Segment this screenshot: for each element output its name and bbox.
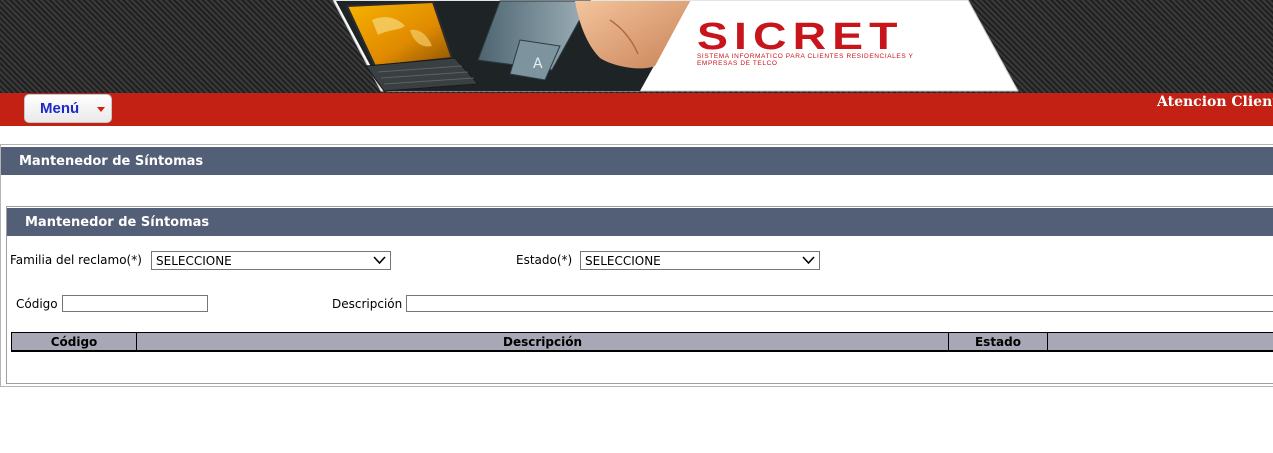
inner-panel-title: Mantenedor de Síntomas — [25, 215, 210, 230]
inner-panel: Mantenedor de Síntomas Familia del recla… — [6, 206, 1273, 384]
descripcion-input[interactable] — [406, 295, 1273, 312]
chevron-down-icon — [802, 256, 815, 265]
estado-label: Estado(*) — [516, 253, 573, 267]
familia-select[interactable]: SELECCIONE — [151, 251, 391, 270]
estado-select-value: SELECCIONE — [585, 254, 661, 268]
banner-artwork: A — [332, 0, 1019, 92]
outer-panel-header: Mantenedor de Síntomas — [1, 147, 1273, 175]
chevron-down-icon — [373, 256, 386, 265]
column-header-codigo[interactable]: Código — [12, 333, 137, 351]
brand-logo-text: SICRET — [697, 16, 904, 58]
familia-label: Familia del reclamo(*) — [10, 253, 142, 267]
column-header-estado[interactable]: Estado — [949, 333, 1048, 351]
svg-text:A: A — [533, 56, 543, 72]
menu-button-label: Menú — [40, 100, 80, 117]
main-menu-button[interactable]: Menú — [24, 94, 112, 123]
results-table-header: Código Descripción Estado — [11, 332, 1273, 352]
codigo-label: Código — [16, 297, 58, 311]
outer-panel: Mantenedor de Síntomas Mantenedor de Sín… — [0, 144, 1273, 387]
codigo-input[interactable] — [62, 295, 208, 312]
descripcion-label: Descripción — [332, 297, 403, 311]
column-header-extra — [1048, 333, 1273, 351]
column-header-descripcion[interactable]: Descripción — [137, 333, 949, 351]
outer-panel-title: Mantenedor de Síntomas — [19, 154, 204, 169]
brand-tagline: Sistema informatico para clientes reside… — [697, 53, 914, 67]
menu-bar: Menú Atencion Cliente — [0, 93, 1273, 126]
inner-panel-header: Mantenedor de Síntomas — [7, 208, 1273, 236]
menu-caret-icon — [97, 107, 105, 112]
module-title: Atencion Cliente — [1157, 94, 1273, 110]
familia-select-value: SELECCIONE — [156, 254, 232, 268]
estado-select[interactable]: SELECCIONE — [580, 251, 820, 270]
header-banner: A SICRET Sistema informatico para client… — [0, 0, 1273, 93]
